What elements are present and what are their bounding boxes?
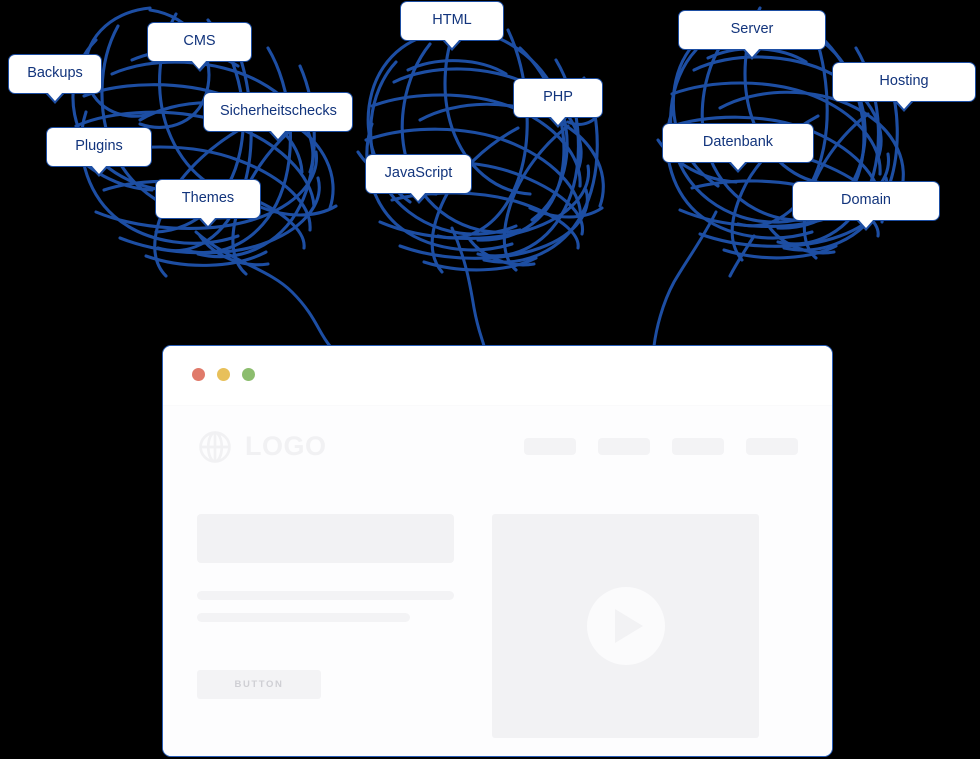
content-column: BUTTON <box>197 514 454 756</box>
play-icon <box>614 609 643 643</box>
tech-label-plugins: Plugins <box>46 127 152 177</box>
website-body: BUTTON <box>163 487 832 756</box>
illustration-stage: Backups CMS Sicherheitschecks Plugins Themes… <box>0 0 980 759</box>
label-tail-fill <box>549 116 566 125</box>
logo: LOGO <box>197 429 327 465</box>
tech-label-themes: Themes <box>155 179 261 229</box>
tech-label-php: PHP <box>513 78 603 128</box>
tech-label-text: PHP <box>543 89 573 105</box>
tangle-cluster-right <box>652 6 905 348</box>
nav-placeholder-2[interactable] <box>598 438 650 455</box>
tech-label-datenbank: Datenbank <box>662 123 814 173</box>
tech-label-html: HTML <box>400 1 504 51</box>
label-tail-fill <box>269 130 286 139</box>
tech-label-text: Server <box>730 21 774 37</box>
label-tail-fill <box>191 60 207 69</box>
maximize-dot[interactable] <box>242 368 255 381</box>
play-button[interactable] <box>586 587 665 665</box>
tech-label-sicherheitschecks: Sicherheitschecks <box>203 92 353 142</box>
tech-label-text: Hosting <box>879 73 929 89</box>
minimize-dot[interactable] <box>217 368 230 381</box>
label-tail-fill <box>90 165 107 174</box>
tech-label-backups: Backups <box>8 54 102 104</box>
logo-text: LOGO <box>245 431 327 461</box>
label-tail-fill <box>729 161 746 170</box>
tech-label-text: Domain <box>841 192 891 208</box>
tech-label-text: JavaScript <box>384 165 453 181</box>
close-dot[interactable] <box>192 368 205 381</box>
window-controls <box>192 368 255 381</box>
tech-label-text: Datenbank <box>702 134 774 150</box>
label-tail-fill <box>443 39 460 48</box>
tech-label-domain: Domain <box>792 181 940 231</box>
tech-label-server: Server <box>678 10 826 60</box>
media-column <box>492 514 798 756</box>
tech-label-text: CMS <box>183 33 216 49</box>
text-line-placeholder-1 <box>197 591 454 600</box>
heading-placeholder <box>197 514 454 563</box>
tech-label-text: Themes <box>181 190 235 206</box>
browser-window-mockup: LOGO BUTTON <box>162 345 833 757</box>
label-tail-fill <box>199 217 216 226</box>
browser-titlebar <box>163 346 832 405</box>
tech-label-text: Sicherheitschecks <box>220 103 337 119</box>
label-tail-fill <box>895 100 912 109</box>
tech-label-cms: CMS <box>147 22 252 72</box>
label-tail-fill <box>46 92 63 101</box>
globe-icon <box>199 430 231 463</box>
video-placeholder[interactable] <box>492 514 759 738</box>
tech-label-javascript: JavaScript <box>365 154 472 204</box>
cta-button[interactable]: BUTTON <box>197 670 321 699</box>
label-tail-fill <box>410 192 426 201</box>
tech-label-text: Backups <box>27 65 83 81</box>
tech-label-text: HTML <box>432 12 472 28</box>
tech-label-hosting: Hosting <box>832 62 976 112</box>
text-line-placeholder-2 <box>197 613 410 622</box>
nav-placeholders <box>524 438 798 455</box>
website-header: LOGO <box>163 405 832 487</box>
nav-placeholder-1[interactable] <box>524 438 576 455</box>
nav-placeholder-4[interactable] <box>746 438 798 455</box>
tech-label-text: Plugins <box>75 138 123 154</box>
label-tail-fill <box>743 48 760 57</box>
nav-placeholder-3[interactable] <box>672 438 724 455</box>
label-tail-fill <box>857 219 874 228</box>
